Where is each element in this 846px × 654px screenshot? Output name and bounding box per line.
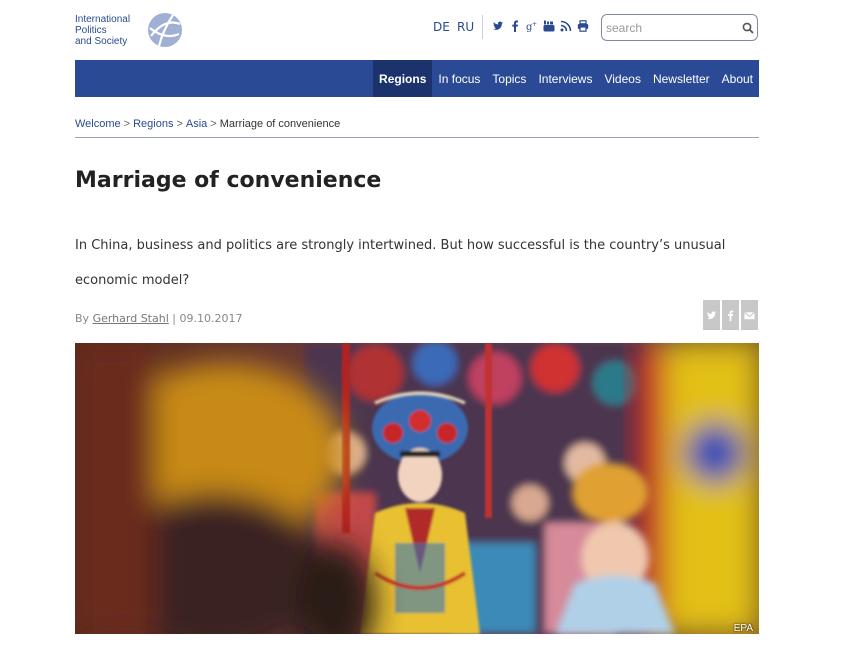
byline-prefix: By: [75, 312, 90, 325]
nav-item-videos[interactable]: Videos: [598, 60, 646, 97]
logo-line-2: Politics: [75, 24, 107, 36]
breadcrumb-separator: >: [210, 118, 217, 130]
google-plus-icon[interactable]: g +: [525, 19, 538, 32]
twitter-icon: [706, 310, 717, 319]
youtube-icon[interactable]: [542, 19, 555, 32]
site-logo[interactable]: International Politics and Society: [75, 12, 183, 48]
hero-photo-illustration: [75, 343, 759, 634]
facebook-icon[interactable]: [508, 19, 521, 32]
twitter-icon[interactable]: [491, 19, 504, 32]
logo-text: International Politics and Society: [75, 14, 141, 47]
breadcrumb-separator: >: [176, 118, 183, 130]
publish-date: 09.10.2017: [179, 312, 243, 325]
logo-line-3: and Society: [75, 35, 128, 47]
search-icon[interactable]: [742, 22, 754, 34]
lang-ru-link[interactable]: RU: [457, 20, 474, 34]
nav-item-in-focus[interactable]: In focus: [432, 60, 486, 97]
image-credit: EPA: [733, 623, 753, 634]
share-facebook-button[interactable]: [722, 300, 739, 330]
breadcrumb: Welcome > Regions > Asia > Marriage of conveni…: [75, 118, 340, 130]
header-divider: [482, 15, 483, 39]
breadcrumb-asia[interactable]: Asia: [186, 118, 207, 130]
nav-item-interviews[interactable]: Interviews: [532, 60, 598, 97]
byline-separator: |: [172, 312, 176, 325]
share-email-button[interactable]: [741, 300, 758, 330]
breadcrumb-divider: [75, 137, 759, 138]
lang-de-link[interactable]: DE: [433, 20, 450, 34]
nav-item-newsletter[interactable]: Newsletter: [647, 60, 716, 97]
byline: By Gerhard Stahl | 09.10.2017: [75, 312, 242, 325]
svg-text:+: +: [532, 21, 537, 28]
facebook-icon: [728, 309, 734, 321]
author-link[interactable]: Gerhard Stahl: [93, 312, 169, 325]
social-links: g +: [491, 19, 589, 32]
globe-logo-icon: [148, 13, 182, 47]
share-twitter-button[interactable]: [703, 300, 720, 330]
article-hero-image: EPA: [75, 343, 759, 634]
breadcrumb-separator: >: [123, 118, 131, 130]
share-buttons: [703, 300, 758, 330]
print-icon[interactable]: [576, 19, 589, 32]
breadcrumb-regions[interactable]: Regions: [133, 118, 173, 130]
article-title: Marriage of convenience: [75, 168, 382, 193]
nav-item-regions[interactable]: Regions: [373, 60, 433, 97]
rss-icon[interactable]: [559, 19, 572, 32]
search-box: [601, 14, 758, 41]
breadcrumb-current: Marriage of convenience: [219, 118, 341, 130]
logo-line-1: International: [75, 13, 131, 25]
email-icon: [744, 311, 755, 319]
article-lead: In China, business and politics are stro…: [75, 238, 726, 288]
search-input[interactable]: [602, 15, 736, 40]
nav-item-topics[interactable]: Topics: [486, 60, 532, 97]
main-nav: Regions In focus Topics Interviews Video…: [75, 60, 759, 97]
breadcrumb-welcome[interactable]: Welcome: [75, 118, 121, 130]
nav-item-about[interactable]: About: [716, 60, 759, 97]
